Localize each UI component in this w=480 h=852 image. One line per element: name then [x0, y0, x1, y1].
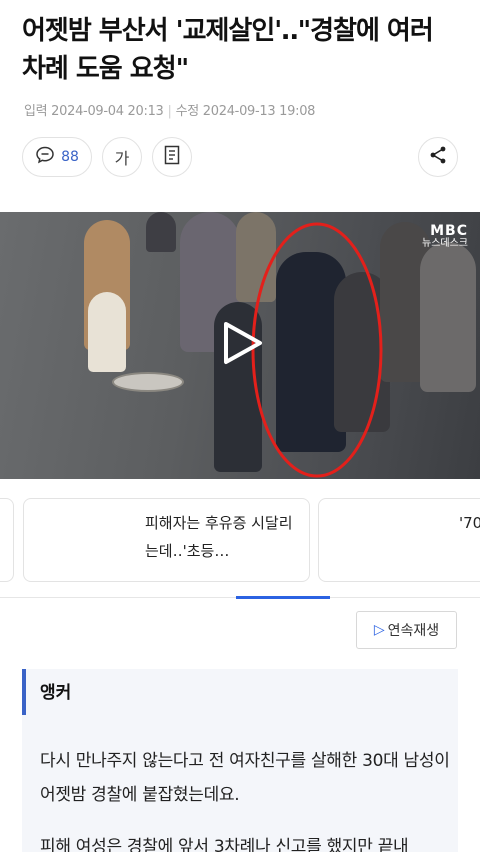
related-card[interactable]	[0, 498, 14, 582]
autoplay-button[interactable]: ▷ 연속재생	[356, 611, 457, 649]
published-label: 입력	[24, 104, 48, 119]
article-dates: 입력 2024-09-04 20:13 | 수정 2024-09-13 19:08	[24, 104, 316, 119]
carousel-indicator	[236, 596, 330, 599]
font-size-button[interactable]: 가	[102, 137, 142, 177]
updated-label: 수정	[175, 104, 200, 119]
article-title: 어젯밤 부산서 '교제살인'‥"경찰에 여러 차례 도움 요청"	[22, 16, 434, 84]
autoplay-label: 연속재생	[387, 623, 440, 639]
related-card[interactable]: 피해자는 후유증 시달리는데‥'초등…	[23, 498, 310, 582]
related-thumbnail	[34, 509, 158, 573]
bookmark-button[interactable]	[152, 137, 192, 177]
related-card[interactable]: '70 령이	[318, 498, 480, 582]
share-icon	[428, 145, 448, 169]
bookmark-icon	[163, 145, 181, 169]
body-paragraph: 다시 만나주지 않는다고 전 여자친구를 살해한 30대 남성이 어젯밤 경찰에…	[40, 751, 450, 805]
related-card-title: '70 령이	[459, 514, 480, 532]
comment-count: 88	[61, 149, 79, 165]
updated-date: 2024-09-13 19:08	[202, 104, 316, 119]
related-videos: 피해자는 후유증 시달리는데‥'초등… '70 령이	[0, 498, 480, 582]
play-outline-icon: ▷	[373, 622, 385, 638]
play-icon[interactable]	[222, 320, 264, 366]
anchor-marker	[22, 669, 26, 715]
broadcaster-name: MBC	[430, 223, 468, 239]
program-name: 뉴스데스크	[422, 238, 468, 249]
share-button[interactable]	[418, 137, 458, 177]
published-date: 2024-09-04 20:13	[51, 104, 164, 119]
comment-button[interactable]: 88	[22, 137, 92, 177]
body-paragraph: 피해 여성은 경찰에 앞서 3차례나 신고를 했지만 끝내	[40, 837, 409, 852]
comment-icon	[35, 145, 55, 169]
article-actions: 88 가	[22, 137, 458, 179]
related-card-title: 피해자는 후유증 시달리는데‥'초등…	[145, 514, 293, 560]
anchor-label: 앵커	[40, 683, 72, 703]
broadcaster-logo: MBC 뉴스데스크	[422, 223, 468, 249]
